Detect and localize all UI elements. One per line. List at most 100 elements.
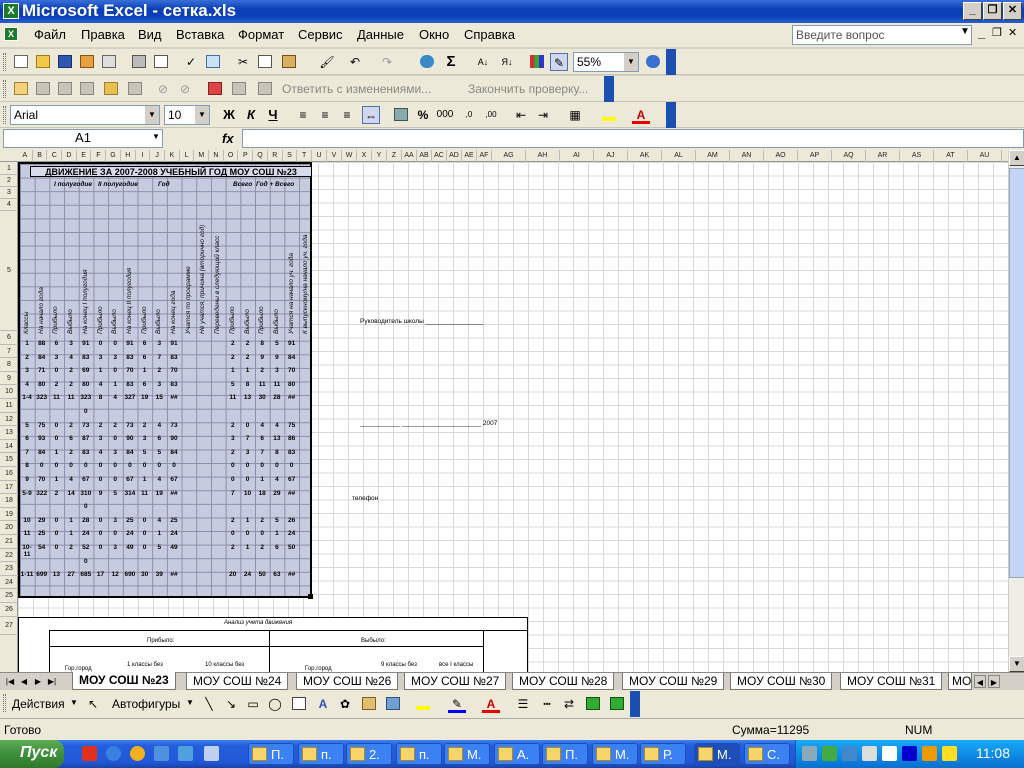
cell-value[interactable]: 322	[35, 490, 49, 497]
row-header-19[interactable]: 19	[0, 508, 18, 522]
cell-value[interactable]: 0	[241, 462, 255, 469]
cell-value[interactable]: 3	[241, 449, 255, 456]
autoshapes-menu[interactable]: Автофигуры	[112, 697, 180, 711]
row-header-16[interactable]: 16	[0, 467, 18, 481]
cell-value[interactable]: 27	[64, 571, 78, 578]
cell-value[interactable]: 2	[255, 544, 269, 551]
ask-dropdown-icon[interactable]: ▼	[960, 26, 970, 37]
taskbar-task-button[interactable]: п.	[396, 743, 442, 765]
cell-value[interactable]: 83	[167, 381, 181, 388]
column-header-ai[interactable]: AI	[560, 150, 594, 162]
review-icon-7[interactable]: ⊘	[154, 80, 172, 98]
fx-icon[interactable]: fx	[222, 131, 234, 146]
quicklaunch-icon-3[interactable]	[130, 746, 145, 761]
taskbar-task-button[interactable]: М.	[592, 743, 638, 765]
cell-value[interactable]: 2	[152, 367, 166, 374]
cell-value[interactable]: 0	[138, 544, 152, 551]
cell-value[interactable]: 25	[167, 517, 181, 524]
cell-value[interactable]: 2	[64, 544, 78, 551]
cell-value[interactable]: 0	[94, 462, 108, 469]
ask-question-input[interactable]: Введите вопрос	[792, 25, 972, 45]
cell-value[interactable]: 0	[94, 340, 108, 347]
row-header-13[interactable]: 13	[0, 426, 18, 440]
percent-button[interactable]: %	[414, 106, 432, 124]
cell-value[interactable]: 17	[94, 571, 108, 578]
cell-value[interactable]: 0	[270, 462, 284, 469]
cell-value[interactable]: 24	[241, 571, 255, 578]
hyperlink-icon[interactable]	[418, 53, 436, 71]
cell-value[interactable]: 63	[270, 571, 284, 578]
review-icon-5[interactable]	[102, 80, 120, 98]
cell-value[interactable]: 10	[20, 517, 34, 524]
row-header-5[interactable]: 5	[0, 211, 18, 331]
excel-app-icon[interactable]: X	[3, 3, 19, 19]
cell-value[interactable]: 19	[152, 490, 166, 497]
column-header-an[interactable]: AN	[730, 150, 764, 162]
start-button[interactable]: Пуск	[0, 740, 64, 768]
sheet-tab[interactable]: МОУ СОШ №29	[622, 673, 725, 690]
sheet-tab[interactable]: МОУ СОШ №27	[404, 673, 507, 690]
cell-value[interactable]: 0	[226, 476, 240, 483]
new-icon[interactable]	[12, 53, 30, 71]
cell-value[interactable]: 9	[20, 476, 34, 483]
cell-value[interactable]: 73	[79, 422, 93, 429]
column-header-ae[interactable]: AE	[462, 150, 477, 162]
cell-value[interactable]: 12	[108, 571, 122, 578]
ie-icon[interactable]	[106, 746, 121, 761]
cell-value[interactable]: 1	[49, 449, 63, 456]
cell-value[interactable]: 3	[152, 381, 166, 388]
reply-with-changes-button[interactable]: Ответить с изменениями...	[282, 82, 431, 96]
first-sheet-icon[interactable]: |◀	[4, 675, 16, 688]
cell-value[interactable]: 2	[255, 367, 269, 374]
toolbar-options-icon[interactable]	[666, 102, 676, 128]
cell-value[interactable]: 2	[226, 354, 240, 361]
cell-value[interactable]: 9	[270, 354, 284, 361]
font-size-dropdown-icon[interactable]: ▼	[195, 106, 209, 124]
research-icon[interactable]	[204, 53, 222, 71]
cell-value[interactable]: 314	[123, 490, 137, 497]
cell-value[interactable]: 5	[152, 449, 166, 456]
toolbar-options-icon[interactable]	[630, 691, 640, 717]
name-box-dropdown-icon[interactable]: ▼	[152, 132, 160, 141]
oval-icon[interactable]: ◯	[266, 695, 284, 713]
cell-value[interactable]: 67	[285, 476, 299, 483]
cell-value[interactable]: 2	[226, 422, 240, 429]
save-icon[interactable]	[56, 53, 74, 71]
print-icon[interactable]	[130, 53, 148, 71]
cell-value[interactable]: 9	[255, 354, 269, 361]
hscroll-right-button[interactable]: ▶	[988, 675, 1000, 688]
cell-value[interactable]: 0	[94, 544, 108, 551]
column-header-y[interactable]: Y	[372, 150, 387, 162]
column-header-s[interactable]: S	[283, 150, 298, 162]
column-header-ao[interactable]: AO	[764, 150, 798, 162]
line-color-icon[interactable]: ✎	[448, 695, 466, 713]
cell-value[interactable]: 6	[255, 435, 269, 442]
cell-value[interactable]: 1	[138, 476, 152, 483]
cell-value[interactable]: 690	[123, 571, 137, 578]
cell-value[interactable]: ##	[167, 571, 181, 578]
align-right-icon[interactable]: ≡	[338, 106, 356, 124]
cell-value[interactable]: 7	[226, 490, 240, 497]
column-header-t[interactable]: T	[297, 150, 312, 162]
taskbar-task-button[interactable]: М.	[444, 743, 490, 765]
cell-value[interactable]: 0	[49, 462, 63, 469]
cell-value[interactable]: 11	[270, 381, 284, 388]
taskbar-task-button[interactable]: С.	[744, 743, 790, 765]
review-icon-11[interactable]	[256, 80, 274, 98]
row-header-10[interactable]: 10	[0, 385, 18, 399]
cell-value[interactable]: 70	[285, 367, 299, 374]
row-header-14[interactable]: 14	[0, 440, 18, 454]
column-header-ah[interactable]: AH	[526, 150, 560, 162]
last-sheet-icon[interactable]: ▶|	[46, 675, 58, 688]
paste-icon[interactable]	[280, 53, 298, 71]
menu-window[interactable]: Окно	[419, 27, 449, 42]
cell-value[interactable]: 6	[138, 381, 152, 388]
cell-value[interactable]: 73	[123, 422, 137, 429]
clipart-icon[interactable]	[360, 695, 378, 713]
column-header-ad[interactable]: AD	[447, 150, 462, 162]
wordart-icon[interactable]: A	[314, 695, 332, 713]
row-header-24[interactable]: 24	[0, 576, 18, 590]
cells-area[interactable]: ДВИЖЕНИЕ ЗА 2007-2008 УЧЕБНЫЙ ГОД МОУ СО…	[18, 162, 1008, 672]
menu-edit[interactable]: Правка	[81, 27, 125, 42]
cell-value[interactable]: 2	[226, 340, 240, 347]
